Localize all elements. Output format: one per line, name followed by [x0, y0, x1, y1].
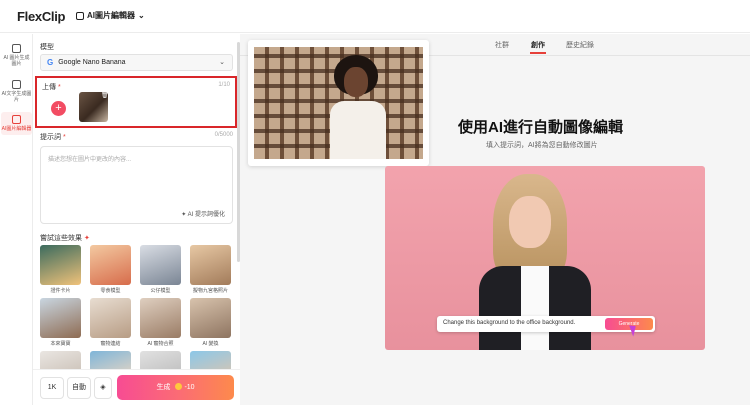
- resolution-select[interactable]: 1K: [40, 377, 64, 399]
- rail-item-image-to-image[interactable]: AI 圖片生成圖片: [1, 44, 32, 67]
- effect-thumbnail: [140, 298, 181, 338]
- rail-item-image-editor[interactable]: AI圖片編輯器: [1, 112, 32, 135]
- effect-caption: 擬物九宮格照片: [192, 288, 228, 294]
- style-button[interactable]: ◈: [94, 377, 112, 399]
- editor-panel: 模型 G Google Nano Banana ⌄ 上傳 * 1/10 + 🗑 …: [33, 34, 240, 405]
- flexclip-logo[interactable]: FlexClip: [17, 9, 65, 24]
- edit-image-icon: [12, 115, 21, 124]
- left-rail: AI 圖片生成圖片 AI文字生成圖片 AI圖片編輯器: [0, 34, 33, 405]
- page-headline: 使用AI進行自動圖像編輯: [458, 119, 624, 136]
- aspect-auto-select[interactable]: 自動: [67, 377, 91, 399]
- required-mark: *: [57, 84, 61, 91]
- top-bar: FlexClip AI圖片編輯器 ⌄: [0, 0, 750, 33]
- tab-community[interactable]: 社群: [495, 40, 509, 50]
- coin-icon: [175, 383, 183, 390]
- sparkle-icon: ✦: [83, 235, 90, 242]
- effect-card[interactable]: 公仔模型: [140, 245, 181, 294]
- model-value: Google Nano Banana: [58, 59, 126, 66]
- effect-card[interactable]: 證件卡片: [40, 245, 81, 294]
- chevron-down-icon: ⌄: [219, 59, 225, 66]
- effect-caption: 零食模型: [100, 288, 121, 294]
- add-image-button[interactable]: +: [51, 101, 66, 116]
- upload-label: 上傳 *: [42, 84, 61, 91]
- prompt-input[interactable]: 描述您想在圖片中更改的內容... ✦ AI 提示詞優化: [40, 146, 233, 224]
- chevron-down-icon: ⌄: [138, 11, 145, 20]
- upload-area: 上傳 * 1/10 + 🗑: [35, 76, 237, 128]
- effect-thumbnail: [90, 298, 131, 338]
- prompt-counter: 0/5000: [214, 132, 233, 138]
- page-subline: 填入提示詞，AI將為您自動修改圖片: [486, 142, 598, 149]
- effect-card[interactable]: 擬物九宮格照片: [190, 245, 231, 294]
- effect-caption: 公仔模型: [150, 288, 171, 294]
- model-select[interactable]: G Google Nano Banana ⌄: [40, 54, 233, 71]
- effect-thumbnail: [140, 245, 181, 285]
- tab-create[interactable]: 創作: [530, 40, 546, 54]
- effect-caption: AI 變換: [202, 341, 219, 347]
- demo-prompt-bar: Change this background to the office bac…: [437, 316, 655, 332]
- required-mark: *: [62, 134, 66, 141]
- effect-thumbnail: [40, 298, 81, 338]
- text-image-icon: [12, 80, 21, 89]
- uploaded-preview-image: [254, 47, 423, 159]
- demo-image: Change this background to the office bac…: [385, 166, 705, 350]
- effect-caption: 寵物連結: [100, 341, 121, 347]
- effect-card[interactable]: AI 寵物合照: [140, 298, 181, 347]
- tool-name: AI圖片編輯器: [87, 11, 135, 20]
- tool-selector[interactable]: AI圖片編輯器 ⌄: [76, 10, 145, 21]
- effect-thumbnail: [40, 245, 81, 285]
- sparkle-icon: ✦: [181, 212, 187, 218]
- demo-prompt-text: Change this background to the office bac…: [443, 320, 576, 326]
- prompt-placeholder: 描述您想在圖片中更改的內容...: [48, 157, 132, 163]
- tab-history[interactable]: 歷史紀錄: [566, 40, 594, 50]
- demo-generate-button: Generate: [605, 318, 653, 330]
- person-figure: [330, 55, 386, 159]
- effect-card[interactable]: 本來寶寶: [40, 298, 81, 347]
- uploaded-image-thumb[interactable]: 🗑: [79, 92, 108, 122]
- effects-label: 嘗試這些效果 ✦: [40, 235, 90, 242]
- effect-thumbnail: [190, 298, 231, 338]
- upload-count: 1/10: [218, 82, 230, 88]
- effect-caption: 證件卡片: [50, 288, 71, 294]
- main-area: 社群 創作 歷史紀錄 使用AI進行自動圖像編輯 填入提示詞，AI將為您自動修改圖…: [240, 34, 750, 405]
- uploaded-preview-card: [248, 40, 429, 166]
- rail-item-text-to-image[interactable]: AI文字生成圖片: [1, 80, 32, 103]
- effect-caption: AI 寵物合照: [147, 341, 174, 347]
- model-label: 模型: [40, 44, 54, 51]
- tool-icon: [76, 11, 84, 20]
- effect-card[interactable]: 零食模型: [90, 245, 131, 294]
- effect-caption: 本來寶寶: [50, 341, 71, 347]
- effect-card[interactable]: AI 變換: [190, 298, 231, 347]
- trash-icon[interactable]: 🗑: [101, 93, 108, 99]
- generate-button[interactable]: 生成 -10: [117, 375, 234, 400]
- google-icon: G: [47, 58, 54, 67]
- effect-thumbnail: [190, 245, 231, 285]
- image-stack-icon: [12, 44, 21, 53]
- effect-thumbnail: [90, 245, 131, 285]
- effect-card[interactable]: 寵物連結: [90, 298, 131, 347]
- bottom-bar: 1K 自動 ◈ 生成 -10: [33, 369, 240, 405]
- optimize-prompt-button[interactable]: ✦ AI 提示詞優化: [181, 209, 225, 218]
- prompt-label: 提示詞 *: [40, 134, 66, 141]
- effects-grid: 證件卡片 零食模型 公仔模型 擬物九宮格照片本來寶寶 寵物連結 AI 寵物合照 AI 變換: [40, 245, 236, 377]
- cube-icon: ◈: [100, 384, 106, 391]
